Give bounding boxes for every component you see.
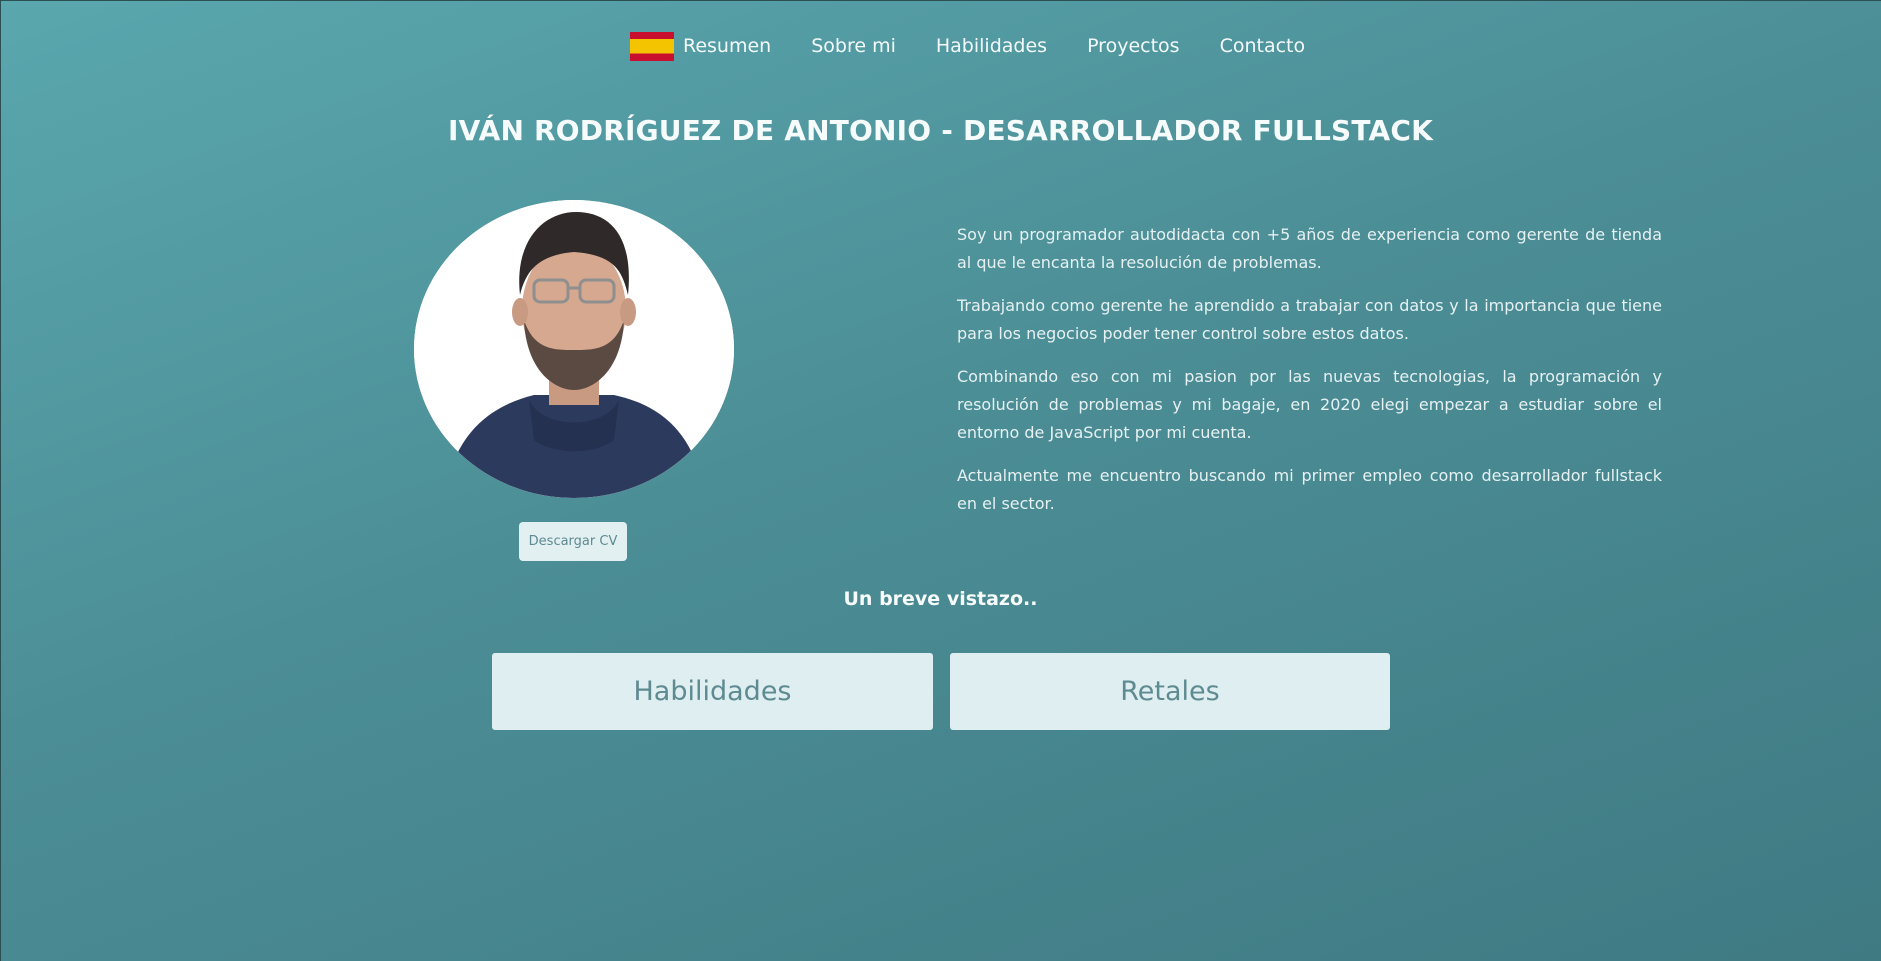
- nav-item-contacto[interactable]: Contacto: [1220, 35, 1306, 57]
- download-cv-button[interactable]: Descargar CV: [519, 522, 627, 561]
- profile-photo: [414, 200, 734, 498]
- skills-card[interactable]: Habilidades: [492, 653, 933, 730]
- retales-card[interactable]: Retales: [950, 653, 1390, 730]
- bio-paragraph: Actualmente me encuentro buscando mi pri…: [957, 466, 1662, 513]
- avatar: [414, 200, 734, 498]
- nav-item-sobre-mi[interactable]: Sobre mi: [811, 35, 896, 57]
- bio-paragraph: Trabajando como gerente he aprendido a t…: [957, 296, 1662, 343]
- overview-subtitle: Un breve vistazo..: [843, 588, 1038, 610]
- main-nav: Resumen Sobre mi Habilidades Proyectos C…: [630, 28, 1345, 64]
- nav-item-resumen[interactable]: Resumen: [683, 35, 771, 57]
- bio-paragraph: Combinando eso con mi pasion por las nue…: [957, 367, 1662, 442]
- top-border: [0, 0, 1881, 1]
- spain-flag-icon[interactable]: [630, 31, 674, 61]
- bio-section: Soy un programador autodidacta con +5 añ…: [957, 221, 1662, 533]
- page-title: IVÁN RODRÍGUEZ DE ANTONIO - DESARROLLADO…: [447, 114, 1433, 147]
- nav-item-habilidades[interactable]: Habilidades: [936, 35, 1047, 57]
- bio-paragraph: Soy un programador autodidacta con +5 añ…: [957, 225, 1662, 272]
- nav-item-proyectos[interactable]: Proyectos: [1087, 35, 1180, 57]
